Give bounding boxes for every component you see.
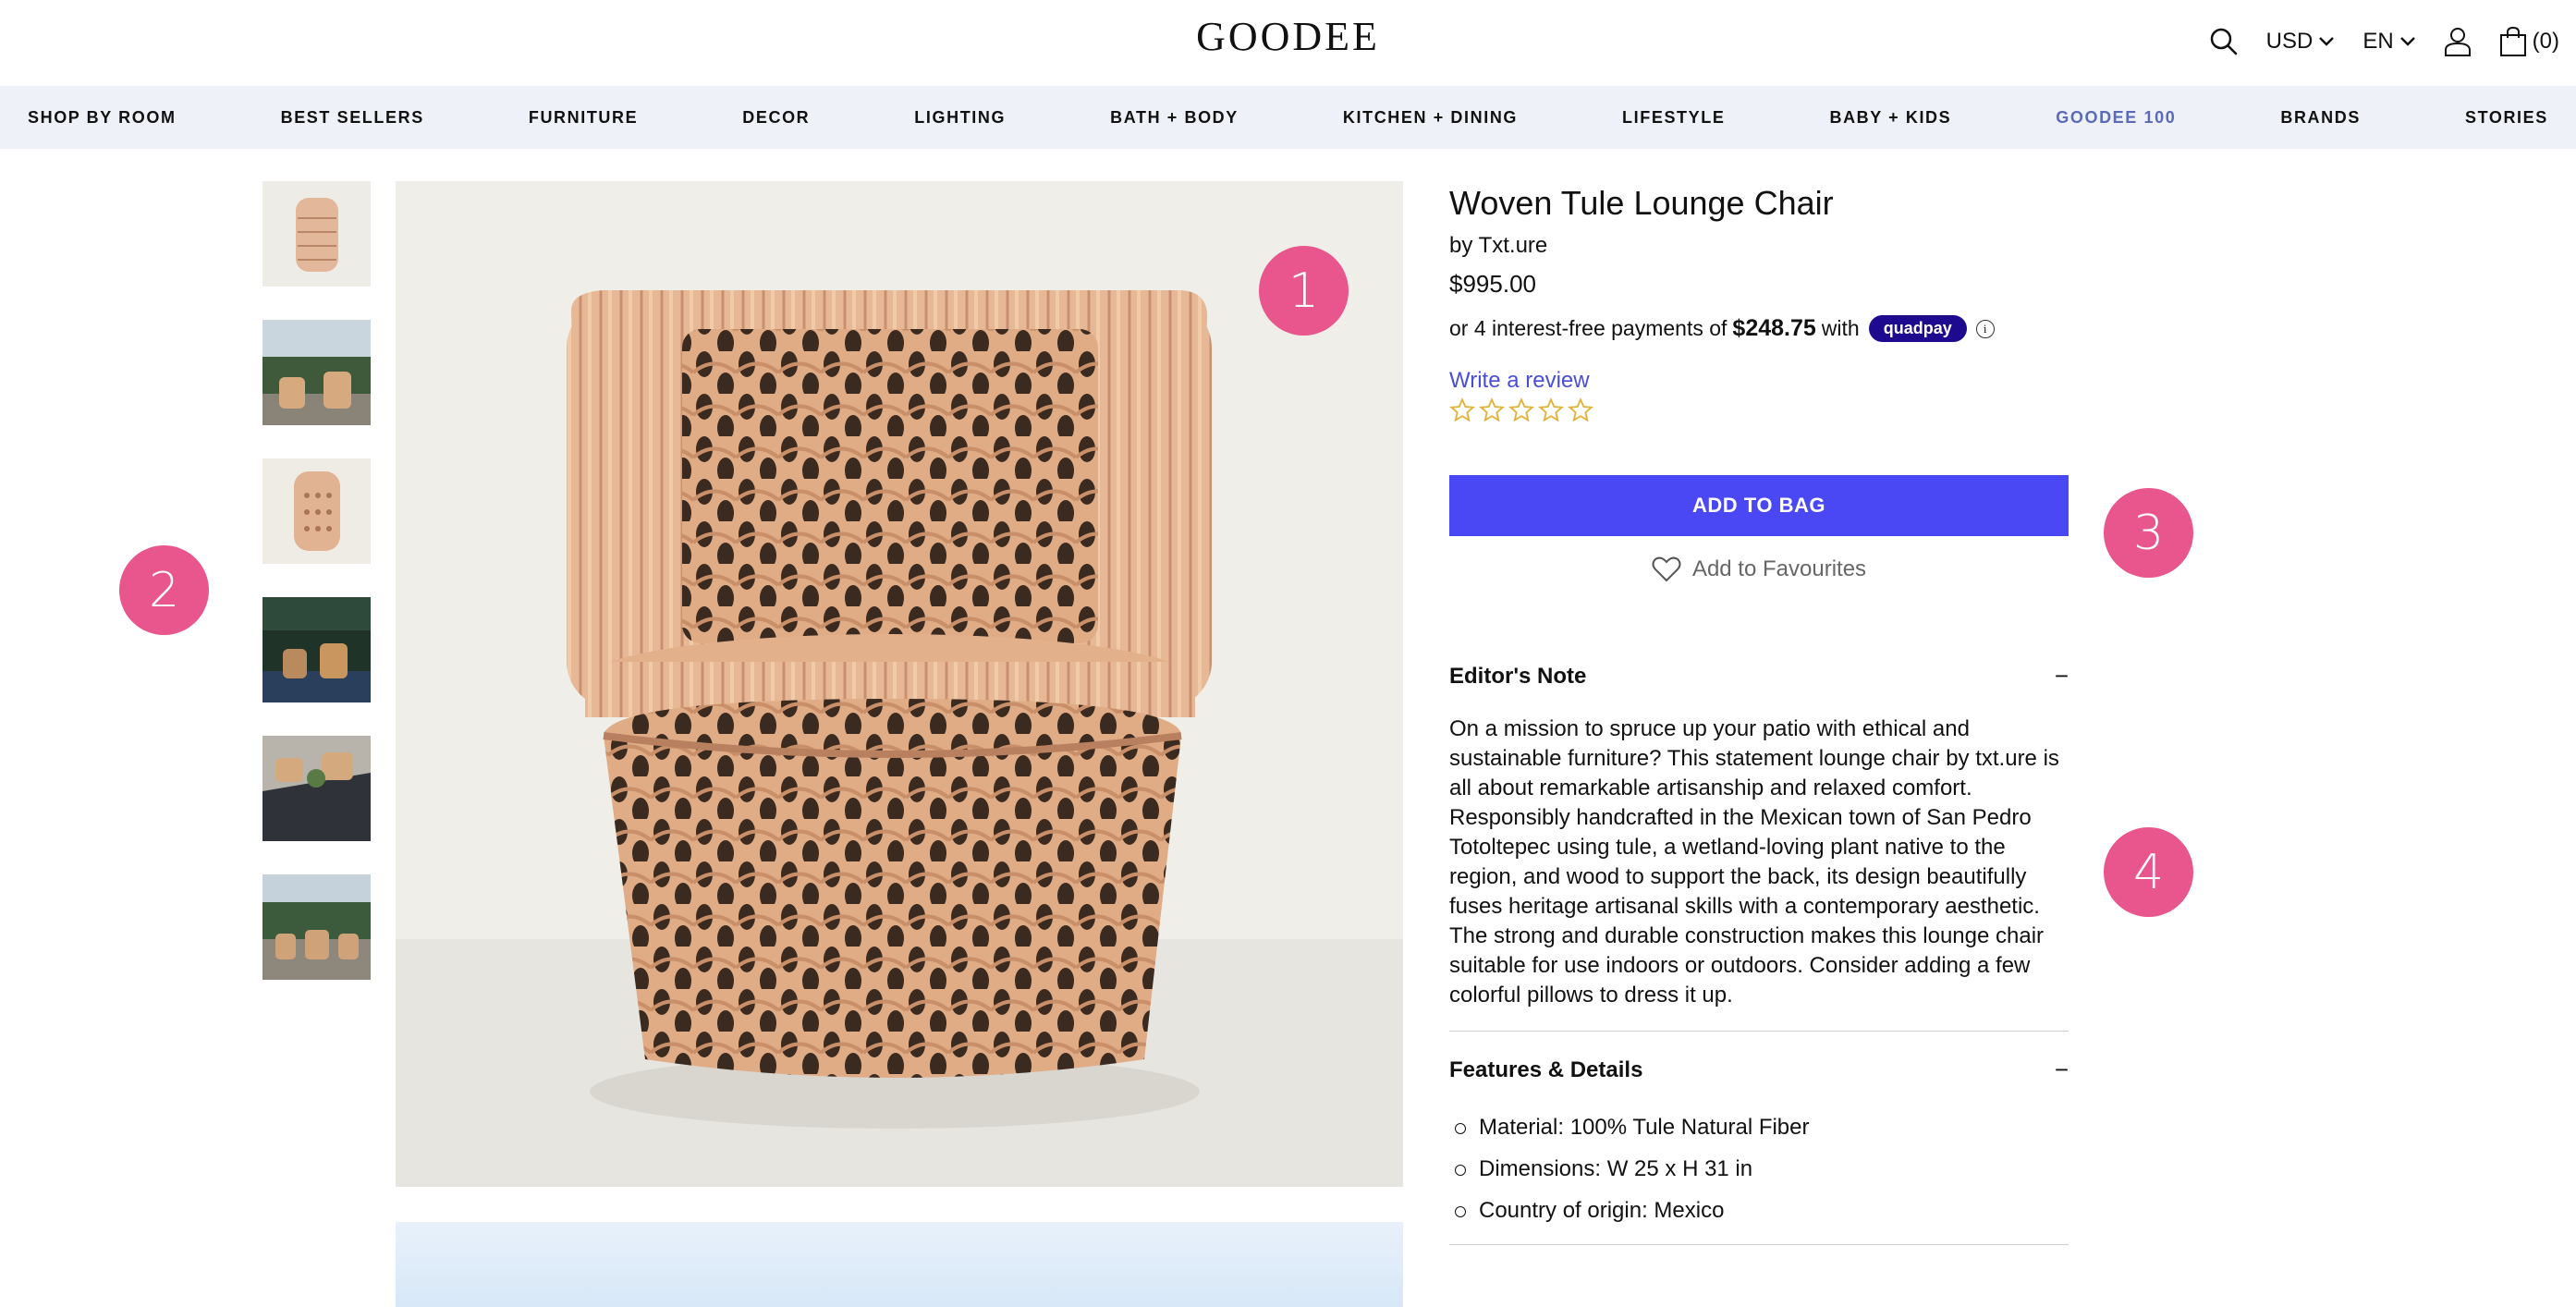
thumbnail-3[interactable]	[262, 458, 371, 564]
installment-info: or 4 interest-free payments of $248.75 w…	[1449, 315, 2069, 342]
quadpay-logo[interactable]: quadpay	[1868, 315, 1967, 342]
installment-prefix: or 4 interest-free payments of	[1449, 316, 1728, 340]
section-divider	[1449, 1244, 2069, 1245]
editors-note-heading: Editor's Note	[1449, 663, 1587, 689]
thumbnail-2[interactable]	[262, 320, 371, 425]
nav-baby-kids[interactable]: BABY + KIDS	[1829, 108, 1951, 128]
add-to-favourites-button[interactable]: Add to Favourites	[1449, 556, 2069, 582]
language-label: EN	[2362, 29, 2394, 54]
thumbnail-6[interactable]	[262, 874, 371, 980]
nav-best-sellers[interactable]: BEST SELLERS	[281, 108, 424, 128]
product-brand[interactable]: by Txt.ure	[1449, 233, 2069, 259]
product-secondary-image[interactable]	[396, 1222, 1403, 1307]
annotation-badge-1: 1	[1259, 246, 1349, 336]
collapse-icon[interactable]: −	[2055, 662, 2069, 690]
header-tools: USD EN (0)	[2209, 20, 2559, 63]
nav-goodee-100[interactable]: GOODEE 100	[2056, 108, 2176, 128]
features-header[interactable]: Features & Details −	[1449, 1056, 2069, 1084]
site-header: GOODEE USD EN (0)	[0, 0, 2576, 85]
language-selector[interactable]: EN	[2362, 29, 2415, 55]
thumbnail-gallery	[262, 181, 371, 1013]
nav-decor[interactable]: DECOR	[742, 108, 810, 128]
thumbnail-5[interactable]	[262, 736, 371, 841]
site-logo[interactable]: GOODEE	[0, 13, 2576, 60]
add-to-bag-button[interactable]: ADD TO BAG	[1449, 475, 2069, 536]
feature-item: Dimensions: W 25 x H 31 in	[1449, 1148, 2069, 1190]
features-list: Material: 100% Tule Natural Fiber Dimens…	[1449, 1106, 2069, 1231]
write-review-link[interactable]: Write a review	[1449, 368, 1590, 394]
product-main-image[interactable]	[396, 181, 1403, 1187]
shopping-bag-icon	[2499, 26, 2526, 56]
nav-lighting[interactable]: LIGHTING	[914, 108, 1006, 128]
chevron-down-icon	[2399, 37, 2415, 46]
editors-note-text: On a mission to spruce up your patio wit…	[1449, 716, 2059, 1008]
cart-button[interactable]: (0)	[2499, 26, 2559, 57]
currency-label: USD	[2265, 29, 2314, 54]
nav-bath-body[interactable]: BATH + BODY	[1110, 108, 1239, 128]
rating-stars[interactable]	[1449, 397, 2069, 423]
nav-furniture[interactable]: FURNITURE	[529, 108, 638, 128]
nav-brands[interactable]: BRANDS	[2280, 108, 2361, 128]
star-icon[interactable]	[1449, 397, 1475, 423]
feature-item: Country of origin: Mexico	[1449, 1190, 2069, 1231]
thumbnail-1[interactable]	[262, 181, 371, 287]
heart-icon	[1652, 556, 1681, 582]
info-icon[interactable]: i	[1975, 319, 1995, 338]
thumbnail-4[interactable]	[262, 597, 371, 702]
nav-lifestyle[interactable]: LIFESTYLE	[1622, 108, 1725, 128]
currency-selector[interactable]: USD	[2266, 29, 2336, 55]
chevron-down-icon	[2319, 37, 2335, 46]
installment-with: with	[1821, 316, 1860, 340]
star-icon[interactable]	[1568, 397, 1593, 423]
star-icon[interactable]	[1479, 397, 1505, 423]
star-icon[interactable]	[1508, 397, 1534, 423]
product-info: Woven Tule Lounge Chair by Txt.ure $995.…	[1449, 181, 2069, 1245]
cart-count: (0)	[2532, 29, 2559, 54]
search-icon[interactable]	[2209, 27, 2239, 56]
main-nav: SHOP BY ROOM BEST SELLERS FURNITURE DECO…	[0, 86, 2576, 149]
installment-amount: $248.75	[1732, 315, 1816, 341]
annotation-badge-4: 4	[2104, 827, 2193, 917]
features-heading: Features & Details	[1449, 1057, 1643, 1082]
account-icon[interactable]	[2444, 26, 2472, 57]
nav-shop-by-room[interactable]: SHOP BY ROOM	[28, 108, 177, 128]
nav-stories[interactable]: STORIES	[2465, 108, 2548, 128]
editors-note-header[interactable]: Editor's Note −	[1449, 662, 2069, 690]
feature-item: Material: 100% Tule Natural Fiber	[1449, 1106, 2069, 1148]
annotation-badge-3: 3	[2104, 488, 2193, 578]
annotation-badge-2: 2	[119, 545, 209, 635]
product-title: Woven Tule Lounge Chair	[1449, 184, 1834, 222]
section-divider	[1449, 1031, 2069, 1032]
nav-kitchen-dining[interactable]: KITCHEN + DINING	[1343, 108, 1518, 128]
add-to-favourites-label: Add to Favourites	[1691, 556, 1867, 581]
star-icon[interactable]	[1538, 397, 1564, 423]
product-price: $995.00	[1449, 270, 1536, 298]
collapse-icon[interactable]: −	[2055, 1056, 2069, 1084]
